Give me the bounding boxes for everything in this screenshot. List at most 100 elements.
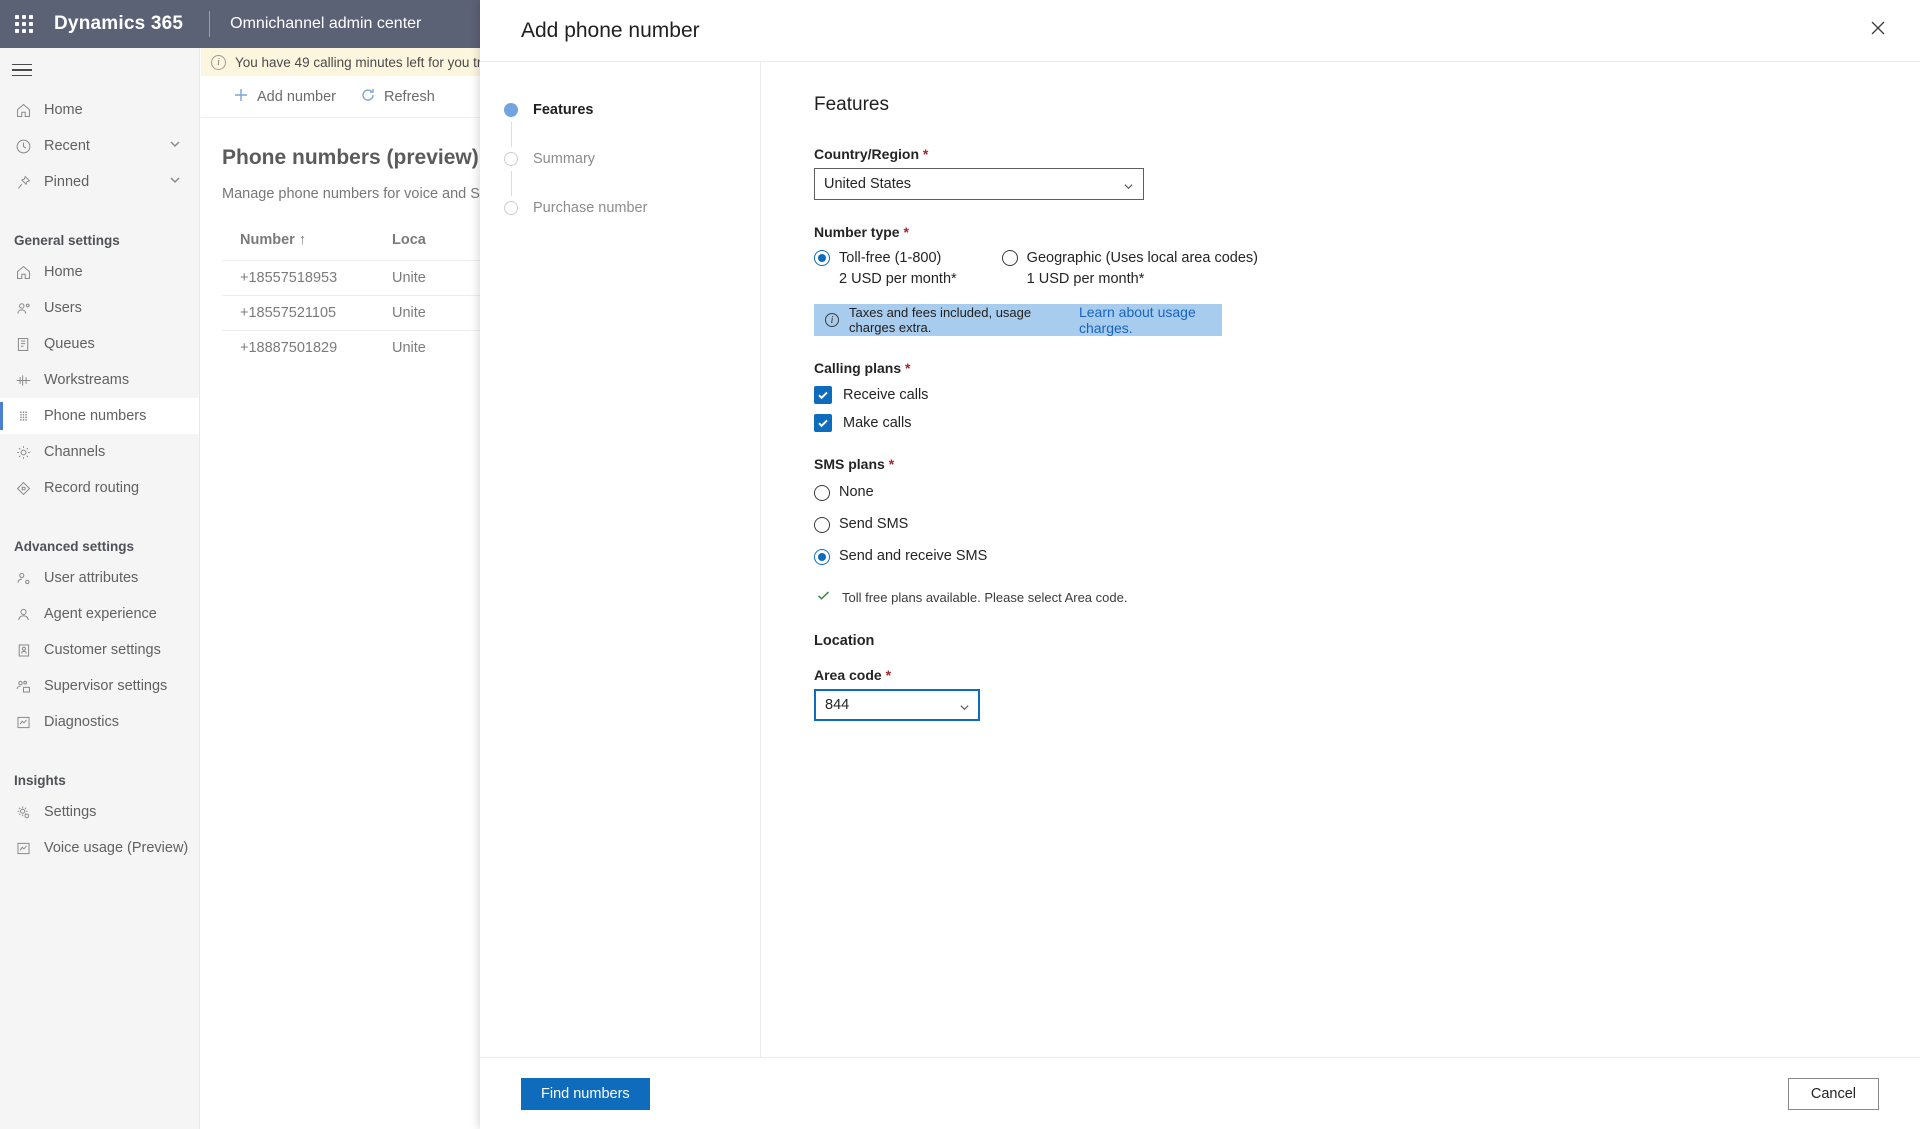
sidebar-item-label: Voice usage (Preview) <box>44 840 189 856</box>
number-type-radio-group: Toll-free (1-800) 2 USD per month* Geogr… <box>814 248 1920 290</box>
refresh-button[interactable]: Refresh <box>350 82 445 112</box>
dots-grid-icon <box>14 407 32 425</box>
sidebar-item-queues[interactable]: Queues <box>0 326 199 362</box>
sidebar-item-label: Channels <box>44 444 106 460</box>
waffle-grid-icon <box>15 15 33 33</box>
step-label: Purchase number <box>533 200 648 216</box>
sidebar-item-label: Recent <box>44 138 90 154</box>
wizard-step-features[interactable]: Features <box>480 98 760 122</box>
sidebar-item-user-attributes[interactable]: User attributes <box>0 560 199 596</box>
close-dialog-button[interactable] <box>1858 8 1898 48</box>
wizard-step-summary[interactable]: Summary <box>480 147 760 171</box>
calling-plans-field: Calling plans * Receive calls Make calls <box>814 360 1920 433</box>
label-text: Calling plans <box>814 360 902 377</box>
checkbox-make-calls[interactable]: Make calls <box>814 414 1920 433</box>
learn-about-usage-charges-link[interactable]: Learn about usage charges. <box>1079 304 1222 336</box>
users-icon <box>14 299 32 317</box>
check-icon <box>814 414 832 433</box>
gear-cloud-icon <box>14 803 32 821</box>
sidebar-item-insights-settings[interactable]: Settings <box>0 794 199 830</box>
required-marker: * <box>888 456 895 473</box>
sidebar-item-record-routing[interactable]: Record routing <box>0 470 199 506</box>
sms-plans-label: SMS plans * <box>814 456 1920 472</box>
sms-plans-radio-group: None Send SMS Send and receive SMS <box>814 482 1920 567</box>
radio-indicator-icon <box>1001 250 1018 266</box>
area-code-select[interactable]: 844 <box>814 689 980 722</box>
required-marker: * <box>903 224 909 240</box>
area-code-label: Area code * <box>814 667 1920 683</box>
sidebar-collapse-button[interactable] <box>0 48 199 92</box>
sidebar-item-home-top[interactable]: Home <box>0 92 199 128</box>
sidebar-item-diagnostics[interactable]: Diagnostics <box>0 704 199 740</box>
sidebar-item-label: Queues <box>44 336 95 352</box>
waffle-menu-button[interactable] <box>0 0 48 48</box>
supervisor-icon <box>14 677 32 695</box>
radio-send-and-receive-sms[interactable]: Send and receive SMS <box>814 546 1920 567</box>
sidebar-item-home[interactable]: Home <box>0 254 199 290</box>
checkbox-receive-calls[interactable]: Receive calls <box>814 386 1920 405</box>
pin-icon <box>14 173 32 191</box>
cell-number: +18557518953 <box>240 270 338 286</box>
sidebar-item-pinned[interactable]: Pinned <box>0 164 199 200</box>
radio-text: Toll-free (1-800) 2 USD per month* <box>839 248 957 290</box>
sidebar-item-supervisor-settings[interactable]: Supervisor settings <box>0 668 199 704</box>
dialog-footer: Find numbers Cancel <box>480 1057 1920 1129</box>
sidebar-item-agent-experience[interactable]: Agent experience <box>0 596 199 632</box>
add-number-button[interactable]: Add number <box>223 82 346 112</box>
radio-sublabel: 1 USD per month* <box>1026 271 1145 288</box>
sidebar-item-workstreams[interactable]: Workstreams <box>0 362 199 398</box>
sidebar-item-channels[interactable]: Channels <box>0 434 199 470</box>
radio-label: Send and receive SMS <box>839 548 988 565</box>
record-routing-icon <box>14 479 32 497</box>
step-dot-icon <box>504 103 518 117</box>
radio-toll-free[interactable]: Toll-free (1-800) 2 USD per month* <box>814 248 957 290</box>
column-header-number[interactable]: Number ↑ <box>222 232 392 248</box>
step-dot-icon <box>504 152 518 166</box>
radio-send-sms[interactable]: Send SMS <box>814 514 1920 535</box>
sidebar-section-advanced: Advanced settings <box>14 539 135 554</box>
step-connector <box>510 122 512 147</box>
plus-icon <box>233 87 249 107</box>
chevron-down-icon[interactable] <box>169 174 181 190</box>
sidebar-item-voice-usage[interactable]: Voice usage (Preview) <box>0 830 199 866</box>
radio-sms-none[interactable]: None <box>814 482 1920 503</box>
user-gear-icon <box>14 569 32 587</box>
sms-plans-field: SMS plans * None Send SMS Send and recei… <box>814 456 1920 567</box>
sidebar-item-label: Users <box>44 300 82 316</box>
step-connector <box>510 171 512 196</box>
find-numbers-button[interactable]: Find numbers <box>521 1077 650 1110</box>
queues-icon <box>14 335 32 353</box>
sidebar-item-label: Customer settings <box>44 642 161 658</box>
app-name: Omnichannel admin center <box>230 15 422 32</box>
sidebar-item-label: Diagnostics <box>44 714 119 730</box>
label-text: Country/Region <box>814 146 919 162</box>
dialog-header: Add phone number <box>480 0 1920 61</box>
agent-icon <box>14 605 32 623</box>
sidebar-item-label: Pinned <box>44 174 90 190</box>
radio-geographic[interactable]: Geographic (Uses local area codes) 1 USD… <box>1001 248 1258 290</box>
notification-text: You have 49 calling minutes left for you… <box>235 54 510 70</box>
hamburger-menu-icon <box>12 63 32 77</box>
sidebar-item-label: Workstreams <box>44 372 130 388</box>
wizard-step-purchase-number[interactable]: Purchase number <box>480 196 760 220</box>
required-marker: * <box>885 667 892 684</box>
radio-indicator-icon <box>814 548 830 565</box>
step-label: Features <box>533 102 594 118</box>
add-phone-number-dialog: Add phone number Features Summary Purcha… <box>480 0 1920 1129</box>
sidebar-item-users[interactable]: Users <box>0 290 199 326</box>
chevron-down-icon[interactable] <box>169 138 181 154</box>
required-marker: * <box>905 360 911 377</box>
sidebar-item-phone-numbers[interactable]: Phone numbers <box>0 398 199 434</box>
checkbox-label: Receive calls <box>843 387 929 404</box>
cancel-button[interactable]: Cancel <box>1787 1077 1879 1110</box>
sidebar-item-label: Settings <box>44 804 97 820</box>
command-label: Refresh <box>384 88 435 105</box>
chart-icon <box>14 713 32 731</box>
home-icon <box>14 101 32 119</box>
usage-charges-banner: i Taxes and fees included, usage charges… <box>814 304 1222 337</box>
sidebar-item-recent[interactable]: Recent <box>0 128 199 164</box>
number-type-field: Number type * Toll-free (1-800) 2 USD pe… <box>814 224 1920 290</box>
brand-title: Dynamics 365 <box>54 13 184 34</box>
sidebar-item-customer-settings[interactable]: Customer settings <box>0 632 199 668</box>
country-region-select[interactable]: United States <box>814 168 1144 200</box>
